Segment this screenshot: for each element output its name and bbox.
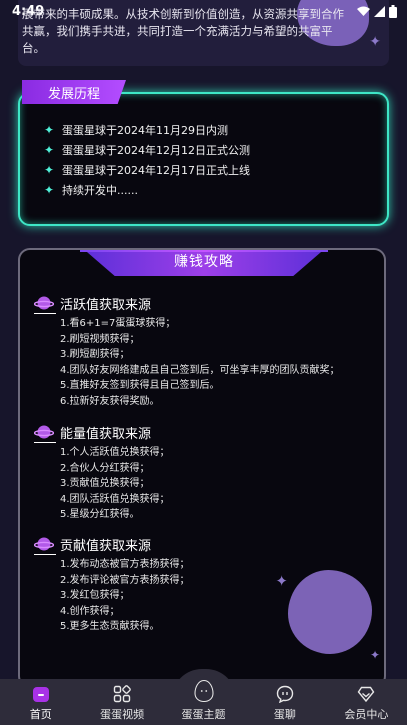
list-item: 3.刷短剧获得； xyxy=(60,349,130,361)
list-item: 2.刷短视频获得； xyxy=(60,333,140,345)
nav-item-chat[interactable]: 蛋聊 xyxy=(244,679,325,725)
section-title: 贡献值获取来源 xyxy=(60,538,152,554)
list-item: 1.个人活跃值兑换获得； xyxy=(60,447,170,458)
history-card: 发展历程 ✦ 蛋蛋星球于2024年11月29日内测 ✦ 蛋蛋星球于2024年12月1… xyxy=(18,80,389,226)
sparkle-icon: ✦ xyxy=(44,163,55,177)
battery-icon xyxy=(389,4,397,18)
list-item: 3.贡献值兑换获得； xyxy=(60,478,150,490)
nav-item-member[interactable]: 会员中心 xyxy=(326,679,407,725)
history-item: ✦ 蛋蛋星球于2024年11月29日内测 xyxy=(44,123,228,137)
earn-card: 赚钱攻略 ✦ ✦ 活跃值获取来源 1.看6+1=7蛋蛋球获得； 2.刷短视频获得… xyxy=(18,248,386,688)
list-item: 3.发红包获得； xyxy=(60,590,130,602)
earn-title: 赚钱攻略 xyxy=(174,254,234,270)
sparkle-icon: ✦ xyxy=(369,34,381,50)
sparkle-icon: ✦ xyxy=(44,183,55,197)
sparkle-icon: ✦ xyxy=(369,648,380,662)
list-item: 5.星级分红获得。 xyxy=(60,509,140,521)
history-item: ✦ 持续开发中...... xyxy=(44,183,138,197)
bottom-nav: 首页 蛋蛋视频 蛋蛋主题 蛋聊 会员中心 xyxy=(0,679,407,725)
history-list: ✦ 蛋蛋星球于2024年11月29日内测 ✦ 蛋蛋星球于2024年12月12日正式公… xyxy=(44,120,250,200)
list-item: 5.更多生态贡献获得。 xyxy=(60,621,160,633)
list-item: 6.拉新好友获得奖励。 xyxy=(60,395,160,407)
sparkle-icon: ✦ xyxy=(44,123,55,137)
earn-header: 赚钱攻略 xyxy=(80,250,328,276)
signal-icon xyxy=(374,5,385,17)
diamond-icon xyxy=(357,686,375,703)
intro-text: 展带来的丰硕成果。从技术创新到价值创造，从资源共享到合作共赢，我们携手共进，共同… xyxy=(22,7,344,55)
chat-icon xyxy=(276,685,294,703)
section-title: 能量值获取来源 xyxy=(60,426,152,442)
list-item: 1.发布动态被官方表扬获得； xyxy=(60,559,190,570)
home-icon xyxy=(32,687,49,702)
list-item: 4.团队好友网络建成且自己签到后，可坐享丰厚的团队贡献奖； xyxy=(60,364,340,376)
list-item: 4.创作获得； xyxy=(60,605,120,617)
earn-section-energy: 能量值获取来源 1.个人活跃值兑换获得； 2.合伙人分红获得； 3.贡献值兑换获… xyxy=(34,421,354,523)
egg-icon xyxy=(193,679,214,703)
sparkle-icon: ✦ xyxy=(44,143,55,157)
nav-item-home[interactable]: 首页 xyxy=(0,679,81,725)
list-item: 4.团队活跃值兑换获得； xyxy=(60,493,170,505)
history-title: 发展历程 xyxy=(22,80,126,104)
planet-icon xyxy=(34,296,54,310)
nav-item-videos[interactable]: 蛋蛋视频 xyxy=(81,679,162,725)
list-item: 1.看6+1=7蛋蛋球获得； xyxy=(60,318,176,329)
earn-section-contribution: 贡献值获取来源 1.发布动态被官方表扬获得； 2.发布评论被官方表扬获得； 3.… xyxy=(34,533,354,635)
list-item: 5.直推好友签到获得且自己签到后。 xyxy=(60,380,220,392)
section-list: 1.个人活跃值兑换获得； 2.合伙人分红获得； 3.贡献值兑换获得； 4.团队活… xyxy=(60,445,354,523)
status-icons xyxy=(357,4,397,18)
planet-icon xyxy=(34,537,54,551)
grid-icon xyxy=(113,685,131,703)
history-item: ✦ 蛋蛋星球于2024年12月17日正式上线 xyxy=(44,163,250,177)
nav-item-theme[interactable]: 蛋蛋主题 xyxy=(163,679,244,725)
earn-section-active: 活跃值获取来源 1.看6+1=7蛋蛋球获得； 2.刷短视频获得； 3.刷短剧获得… xyxy=(34,292,354,410)
history-item: ✦ 蛋蛋星球于2024年12月12日正式公测 xyxy=(44,143,250,157)
planet-icon xyxy=(34,425,54,439)
section-list: 1.发布动态被官方表扬获得； 2.发布评论被官方表扬获得； 3.发红包获得； 4… xyxy=(60,557,354,635)
list-item: 2.发布评论被官方表扬获得； xyxy=(60,574,190,586)
wifi-icon xyxy=(357,6,370,16)
section-title: 活跃值获取来源 xyxy=(60,297,152,313)
section-list: 1.看6+1=7蛋蛋球获得； 2.刷短视频获得； 3.刷短剧获得； 4.团队好友… xyxy=(60,316,354,410)
list-item: 2.合伙人分红获得； xyxy=(60,462,150,474)
